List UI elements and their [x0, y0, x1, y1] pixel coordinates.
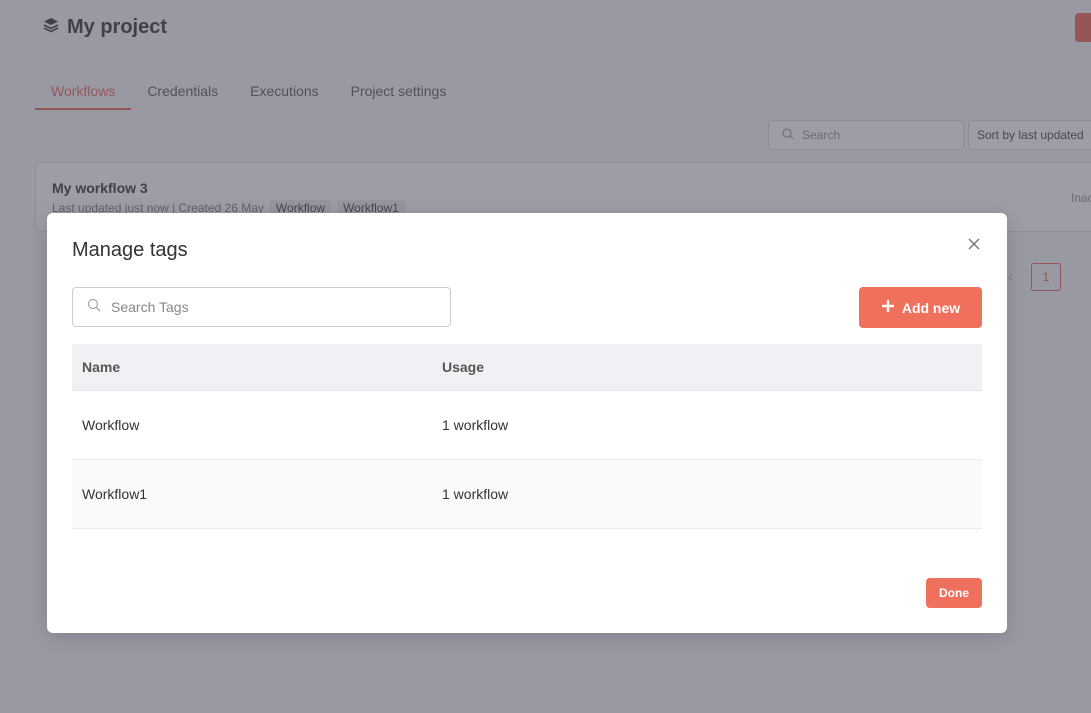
- tag-search-input[interactable]: [111, 299, 450, 315]
- table-row[interactable]: Workflow1 1 workflow: [72, 460, 982, 529]
- manage-tags-dialog: Manage tags Add new Name Usage Workflow …: [47, 213, 1007, 633]
- add-new-tag-button[interactable]: Add new: [859, 287, 982, 328]
- tag-usage: 1 workflow: [442, 417, 509, 433]
- tag-search-field[interactable]: [72, 287, 451, 327]
- close-icon: [968, 237, 980, 255]
- search-icon: [87, 298, 101, 317]
- tag-name: Workflow1: [82, 486, 148, 502]
- dialog-title: Manage tags: [72, 239, 188, 261]
- tag-usage: 1 workflow: [442, 486, 509, 502]
- close-button[interactable]: [964, 236, 984, 256]
- tags-table: Name Usage Workflow 1 workflow Workflow1…: [72, 344, 982, 529]
- table-header: Name Usage: [72, 344, 982, 391]
- table-row[interactable]: Workflow 1 workflow: [72, 391, 982, 460]
- column-header-name[interactable]: Name: [72, 359, 442, 375]
- plus-icon: [881, 299, 895, 316]
- add-new-label: Add new: [901, 299, 961, 316]
- column-header-usage[interactable]: Usage: [442, 359, 982, 375]
- done-button[interactable]: Done: [926, 578, 982, 608]
- tag-name: Workflow: [82, 417, 140, 433]
